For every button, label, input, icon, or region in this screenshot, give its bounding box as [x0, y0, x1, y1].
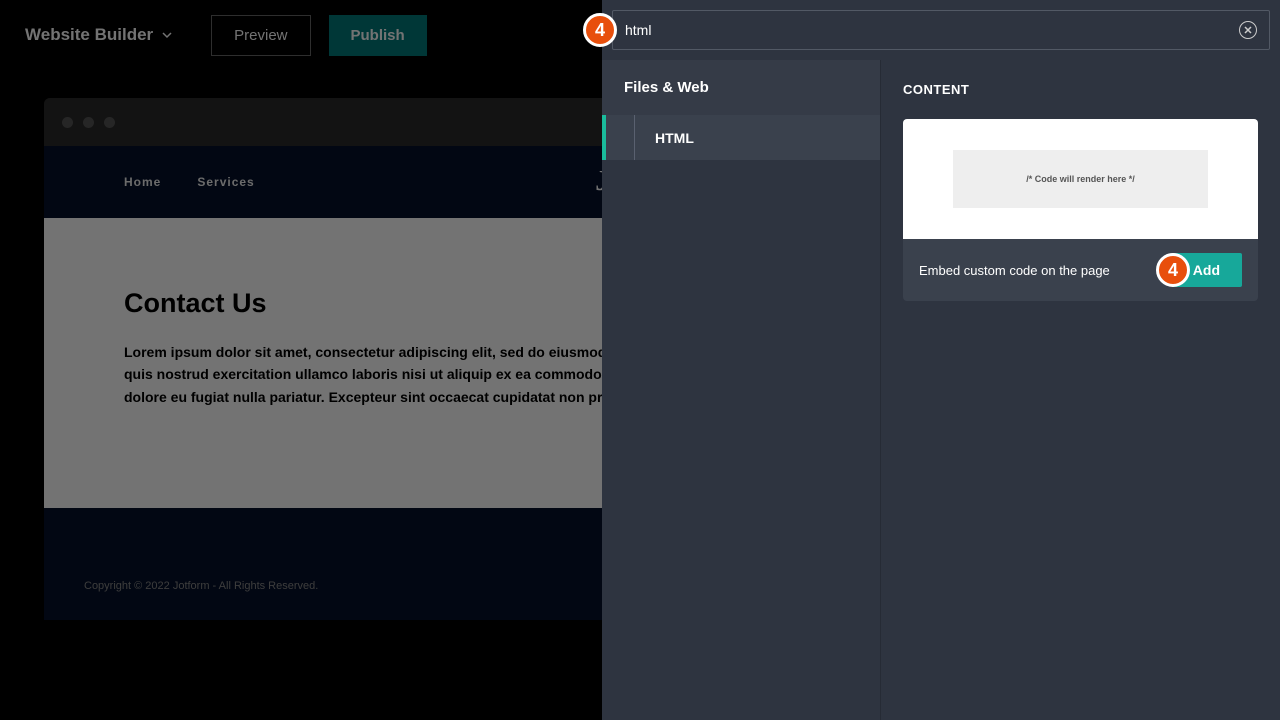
search-container: 4	[602, 0, 1280, 60]
element-card-preview: /* Code will render here */	[903, 119, 1258, 239]
close-icon	[1244, 26, 1252, 34]
content-heading: CONTENT	[903, 82, 1258, 97]
content-column: CONTENT /* Code will render here */ Embe…	[880, 60, 1280, 720]
category-item-html[interactable]: HTML	[602, 115, 880, 160]
element-card-html: /* Code will render here */ Embed custom…	[903, 119, 1258, 301]
elements-panel: 4 Files & Web HTML CONTENT /* Code will …	[602, 0, 1280, 720]
element-card-description: Embed custom code on the page	[919, 263, 1110, 278]
search-input[interactable]	[625, 22, 1229, 38]
category-header[interactable]: Files & Web	[602, 60, 880, 115]
step-callout-badge: 4	[583, 13, 617, 47]
step-callout-badge: 4	[1156, 253, 1190, 287]
code-render-placeholder: /* Code will render here */	[953, 150, 1209, 208]
category-item-label: HTML	[634, 115, 880, 160]
panel-body: Files & Web HTML CONTENT /* Code will re…	[602, 60, 1280, 720]
element-card-footer: Embed custom code on the page 4 Add	[903, 239, 1258, 301]
close-panel-button[interactable]	[1239, 21, 1257, 39]
search-row: 4	[612, 10, 1270, 50]
category-column: Files & Web HTML	[602, 60, 880, 720]
